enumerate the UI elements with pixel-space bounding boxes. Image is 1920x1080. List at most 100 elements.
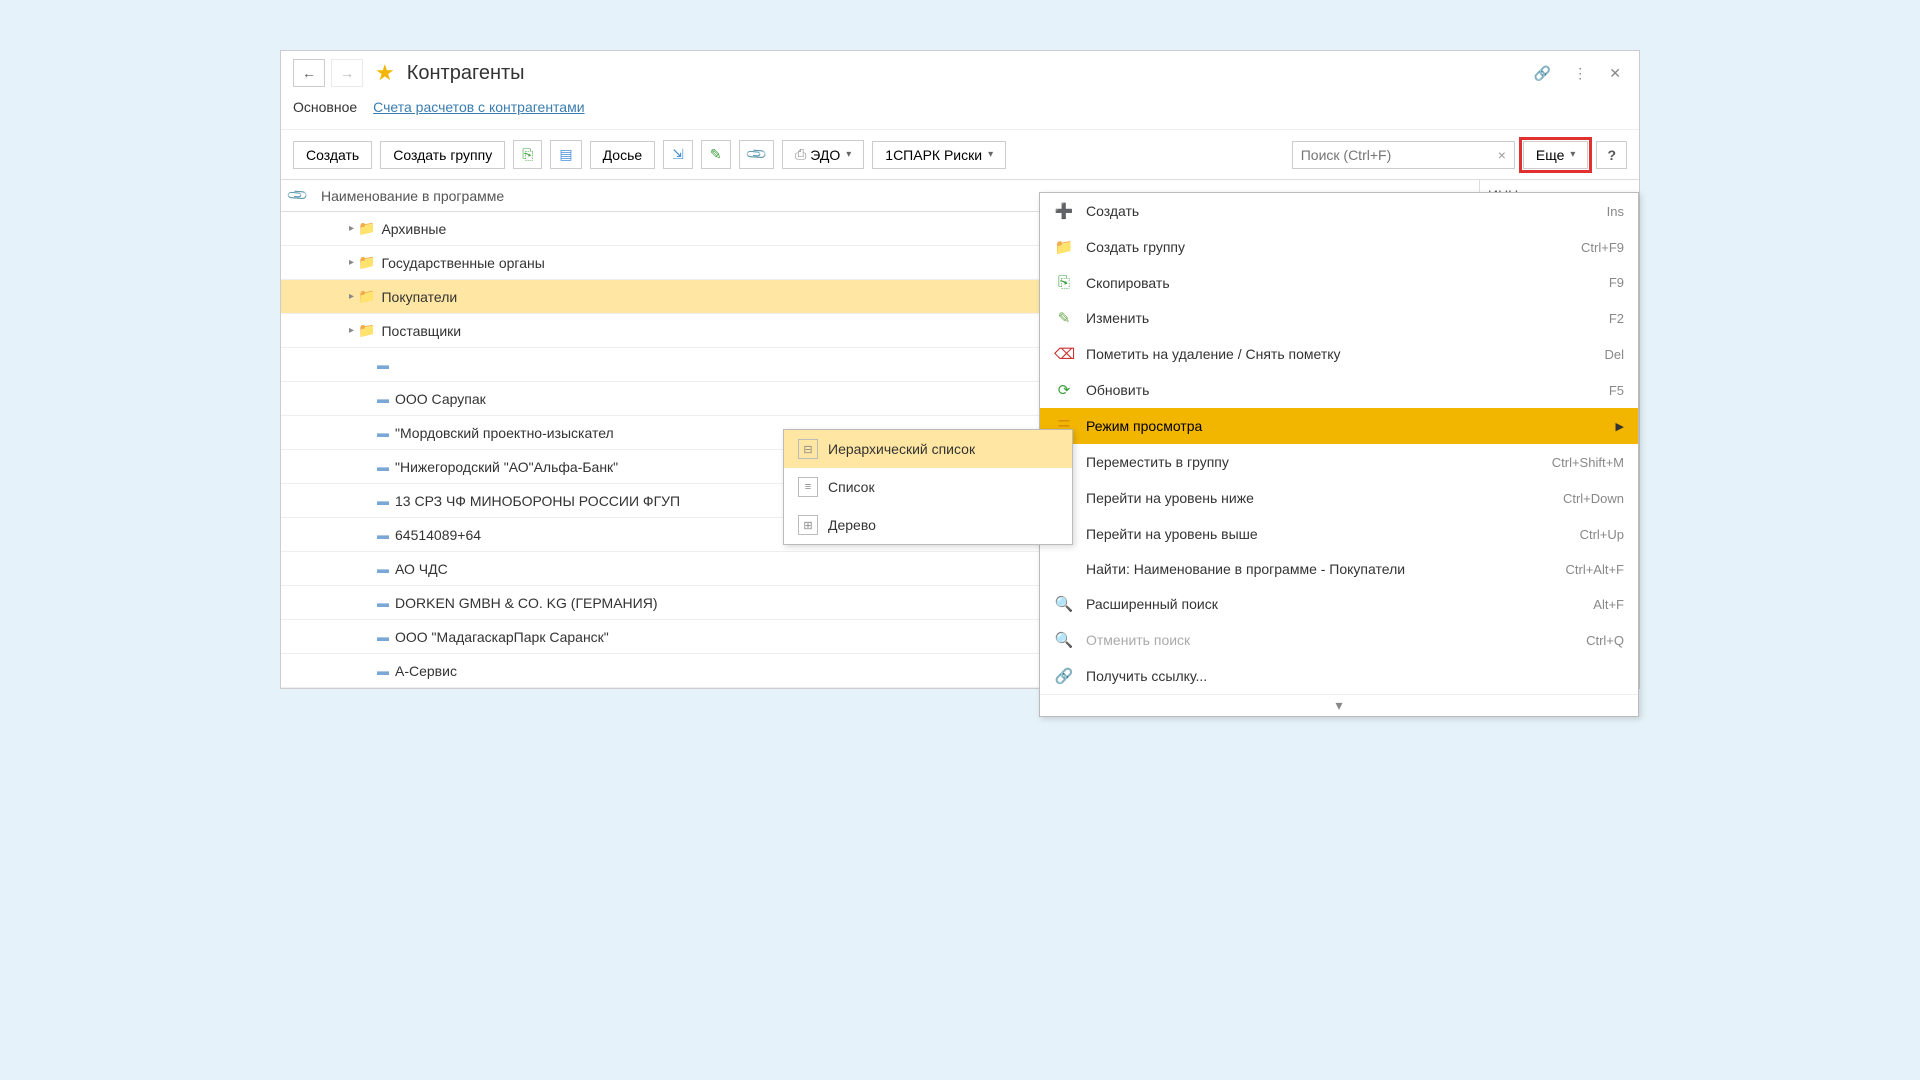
menu-item[interactable]: 📁Создать группуCtrl+F9 (1040, 229, 1638, 265)
create-button[interactable]: Создать (293, 141, 372, 169)
help-button[interactable]: ? (1596, 141, 1627, 169)
menu-item-hotkey: Ctrl+Q (1586, 633, 1624, 648)
plus-icon: ➕ (1054, 202, 1074, 220)
link-icon[interactable]: 🔗 (1528, 61, 1557, 86)
favorite-star-icon[interactable]: ★ (375, 60, 395, 86)
search-clear-button[interactable]: × (1490, 147, 1514, 163)
menu-item-label: Создать (1086, 203, 1595, 219)
menu-item-label: Скопировать (1086, 275, 1597, 291)
edit-button[interactable]: ✎ (701, 140, 731, 169)
nav-forward-button[interactable]: → (331, 59, 363, 87)
menu-item[interactable]: ⟳ОбновитьF5 (1040, 372, 1638, 408)
menu-item[interactable]: 🔍Расширенный поискAlt+F (1040, 586, 1638, 622)
search-input[interactable] (1293, 142, 1490, 168)
tab-bar: Основное Счета расчетов с контрагентами (281, 95, 1639, 130)
menu-item-hotkey: Ins (1607, 204, 1624, 219)
submenu-tree[interactable]: ⊞ Дерево (784, 506, 1072, 544)
submenu-hierarchical[interactable]: ⊟ Иерархический список (784, 430, 1072, 468)
menu-item-label: Отменить поиск (1086, 632, 1574, 648)
menu-item-hotkey: Ctrl+Alt+F (1565, 562, 1624, 577)
create-group-button[interactable]: Создать группу (380, 141, 505, 169)
search-off-icon: 🔍 (1054, 631, 1074, 649)
item-icon: ▬ (377, 664, 389, 678)
item-icon: ▬ (377, 392, 389, 406)
menu-item[interactable]: 📂Переместить в группуCtrl+Shift+M (1040, 444, 1638, 480)
dossier-button[interactable]: Досье (590, 141, 656, 169)
mark-delete-icon: ⌫ (1054, 345, 1074, 363)
tree-icon: ⊞ (798, 515, 818, 535)
tab-main[interactable]: Основное (293, 95, 357, 119)
spark-risks-dropdown[interactable]: 1СПАРК Риски▾ (872, 141, 1006, 169)
menu-item-hotkey: F9 (1609, 275, 1624, 290)
list-view-button[interactable]: ▤ (550, 140, 581, 169)
menu-item-label: Перейти на уровень ниже (1086, 490, 1551, 506)
row-label: 13 СРЗ ЧФ МИНОБОРОНЫ РОССИИ ФГУП (395, 493, 680, 509)
hierarchical-list-icon: ⊟ (798, 439, 818, 459)
row-label: ООО Сарупак (395, 391, 486, 407)
pencil-icon: ✎ (1054, 309, 1074, 327)
export-button[interactable]: ⇲ (663, 140, 693, 169)
row-label: Архивные (381, 221, 446, 237)
menu-item-hotkey: Ctrl+Shift+M (1552, 455, 1624, 470)
link-icon: 🔗 (1054, 667, 1074, 685)
menu-item[interactable]: 📂Перейти на уровень вышеCtrl+Up (1040, 516, 1638, 552)
folder-icon: 📁 (358, 322, 375, 339)
menu-item-label: Создать группу (1086, 239, 1569, 255)
item-icon: ▬ (377, 596, 389, 610)
view-mode-submenu: ⊟ Иерархический список ≡ Список ⊞ Дерево (783, 429, 1073, 545)
menu-item[interactable]: 📂Перейти на уровень нижеCtrl+Down (1040, 480, 1638, 516)
table-body: ▸📁Архивные▸📁Государственные органы▸📁Поку… (281, 212, 1639, 688)
nav-back-button[interactable]: ← (293, 59, 325, 87)
expander-icon[interactable]: ▸ (349, 291, 354, 302)
menu-item[interactable]: Найти: Наименование в программе - Покупа… (1040, 552, 1638, 586)
expander-icon[interactable]: ▸ (349, 223, 354, 234)
menu-item[interactable]: 🔗Получить ссылку... (1040, 658, 1638, 694)
row-label: ООО "МадагаскарПарк Саранск" (395, 629, 609, 645)
menu-item-label: Расширенный поиск (1086, 596, 1581, 612)
folder-plus-icon: 📁 (1054, 238, 1074, 256)
row-label: Государственные органы (381, 255, 544, 271)
menu-item-hotkey: Ctrl+Up (1580, 527, 1624, 542)
row-label: Поставщики (381, 323, 461, 339)
attach-button[interactable]: 📎 (739, 140, 774, 169)
menu-item[interactable]: ✎ИзменитьF2 (1040, 300, 1638, 336)
menu-item-hotkey: Del (1604, 347, 1624, 362)
item-icon: ▬ (377, 562, 389, 576)
titlebar: ← → ★ Контрагенты 🔗 ⋮ ✕ (281, 51, 1639, 95)
more-button[interactable]: Еще▾ (1523, 141, 1589, 169)
row-label: "Мордовский проектно-изыскател (395, 425, 614, 441)
tab-accounts[interactable]: Счета расчетов с контрагентами (373, 95, 584, 119)
paperclip-icon: 📎 (286, 183, 310, 207)
item-icon: ▬ (377, 358, 389, 372)
row-label: DORKEN GMBH & CO. KG (ГЕРМАНИЯ) (395, 595, 658, 611)
menu-item-hotkey: Alt+F (1593, 597, 1624, 612)
menu-item-hotkey: F2 (1609, 311, 1624, 326)
column-attachment[interactable]: 📎 (281, 180, 313, 211)
row-label: "Нижегородский "АО"Альфа-Банк" (395, 459, 618, 475)
edo-dropdown[interactable]: ⎙ЭДО▾ (782, 140, 864, 169)
submenu-list[interactable]: ≡ Список (784, 468, 1072, 506)
menu-item[interactable]: ⌫Пометить на удаление / Снять пометкуDel (1040, 336, 1638, 372)
menu-item[interactable]: ⎘СкопироватьF9 (1040, 265, 1638, 300)
item-icon: ▬ (377, 460, 389, 474)
row-label: АО ЧДС (395, 561, 448, 577)
menu-item[interactable]: ☰Режим просмотра▶ (1040, 408, 1638, 444)
row-label: 64514089+64 (395, 527, 481, 543)
more-dropdown-menu: ➕СоздатьIns📁Создать группуCtrl+F9⎘Скопир… (1039, 192, 1639, 717)
menu-item-label: Переместить в группу (1086, 454, 1540, 470)
expander-icon[interactable]: ▸ (349, 325, 354, 336)
item-icon: ▬ (377, 426, 389, 440)
menu-item-label: Обновить (1086, 382, 1597, 398)
dropdown-scroll-down[interactable]: ▾ (1040, 694, 1638, 716)
folder-icon: 📁 (358, 254, 375, 271)
menu-item[interactable]: ➕ Создать Ins (1040, 193, 1638, 229)
copy-button[interactable]: ⎘ (513, 140, 542, 169)
row-label: А-Сервис (395, 663, 457, 679)
item-icon: ▬ (377, 630, 389, 644)
kebab-menu-icon[interactable]: ⋮ (1567, 61, 1593, 86)
menu-item-hotkey: F5 (1609, 383, 1624, 398)
main-window: ← → ★ Контрагенты 🔗 ⋮ ✕ Основное Счета р… (280, 50, 1640, 689)
close-icon[interactable]: ✕ (1603, 61, 1627, 86)
folder-icon: 📁 (358, 288, 375, 305)
expander-icon[interactable]: ▸ (349, 257, 354, 268)
